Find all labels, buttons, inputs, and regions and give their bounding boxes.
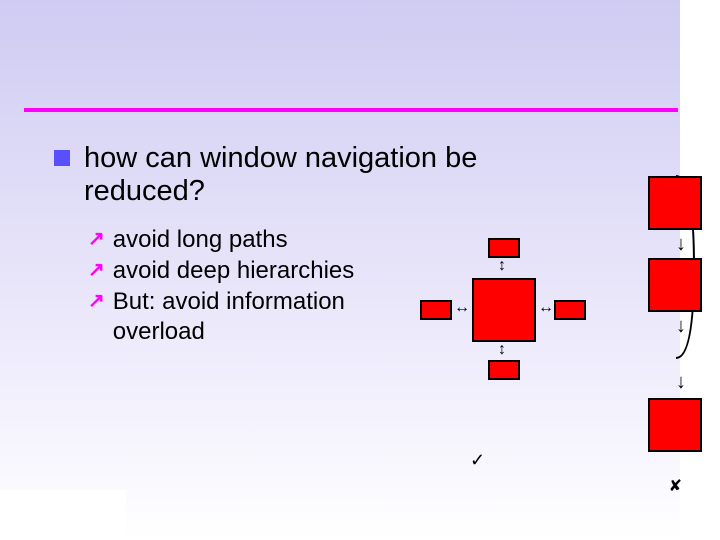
center-box-icon <box>472 278 536 342</box>
chain-box-icon <box>648 258 702 312</box>
down-arrow-icon: ↓ <box>676 234 686 254</box>
arrow-bullet-icon: ↗ <box>88 227 105 252</box>
square-bullet-icon <box>54 150 70 166</box>
cross-icon: ✘ <box>669 476 682 496</box>
top-box-icon <box>488 238 520 258</box>
leftright-arrow-icon: ↔ <box>538 300 554 316</box>
down-arrow-icon: ↓ <box>676 316 686 336</box>
chain-box-icon <box>648 176 702 230</box>
left-box-icon <box>420 300 452 320</box>
bottom-box-icon <box>488 360 520 380</box>
horizontal-rule <box>24 108 678 112</box>
arrow-bullet-icon: ↗ <box>88 289 105 314</box>
check-icon: ✓ <box>470 450 485 471</box>
hub-diagram: ↕ ↕ ↔ ↔ <box>420 218 590 428</box>
right-box-icon <box>554 300 586 320</box>
down-arrow-icon: ↓ <box>676 372 686 392</box>
updown-arrow-icon: ↕ <box>498 258 506 274</box>
updown-arrow-icon: ↕ <box>498 342 506 358</box>
list-item-text: avoid long paths <box>113 225 288 255</box>
corner-patch <box>0 490 126 540</box>
leftright-arrow-icon: ↔ <box>454 300 470 316</box>
arrow-bullet-icon: ↗ <box>88 258 105 283</box>
chain-box-icon <box>648 398 702 452</box>
list-item-text: But: avoid information overload <box>113 287 413 347</box>
heading-text: how can window navigation be reduced? <box>84 142 604 209</box>
list-item-text: avoid deep hierarchies <box>113 256 355 286</box>
